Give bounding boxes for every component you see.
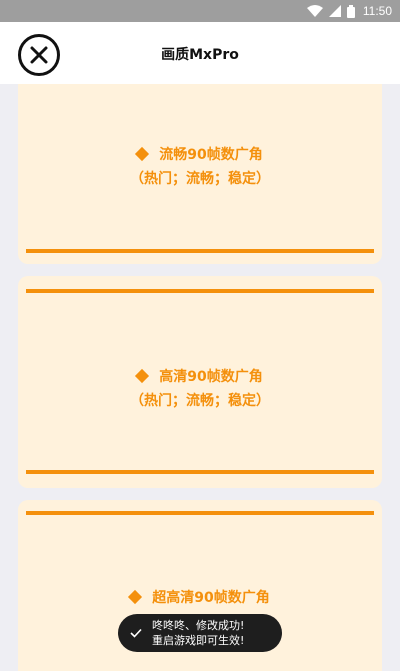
toast-line-1: 咚咚咚、修改成功! [152,619,245,632]
option-card-1[interactable]: 流畅90帧数广角 （热门；流畅；稳定） [18,84,382,264]
card-divider [26,249,374,253]
check-icon [130,628,142,638]
signal-icon [328,5,341,17]
option-tags: （热门；流畅；稳定） [130,393,270,409]
battery-icon [346,4,355,18]
card-divider [26,470,374,474]
option-label: 流畅90帧数广角 [159,147,263,163]
wifi-icon [306,5,323,17]
app-bar: 画质MxPro [0,22,400,84]
card-divider [26,289,374,293]
card-divider [26,511,374,515]
option-label: 超高清90帧数广角 [152,590,270,606]
option-card-2[interactable]: 高清90帧数广角 （热门；流畅；稳定） [18,276,382,488]
toast-message: 咚咚咚、修改成功! 重启游戏即可生效! [152,618,244,648]
diamond-bullet-icon [135,368,150,384]
status-bar: 11:50 [0,0,400,22]
option-row: 高清90帧数广角 [18,366,382,386]
diamond-bullet-icon [128,589,143,605]
option-row: 流畅90帧数广角 [18,144,382,164]
toast-line-2: 重启游戏即可生效! [152,634,245,647]
option-row: 超高清90帧数广角 [18,587,382,607]
status-time: 11:50 [362,4,392,18]
diamond-bullet-icon [135,146,150,162]
option-label: 高清90帧数广角 [159,369,263,385]
option-tags: （热门；流畅；稳定） [130,171,270,187]
toast-notification: 咚咚咚、修改成功! 重启游戏即可生效! [118,614,282,652]
page-title: 画质MxPro [161,47,239,63]
